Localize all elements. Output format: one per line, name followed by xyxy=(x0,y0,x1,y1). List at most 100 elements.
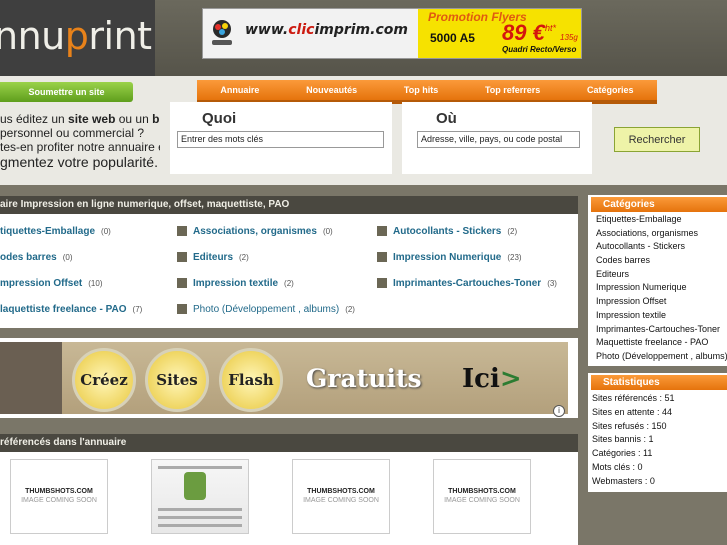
stat-item: Sites refusés : 150 xyxy=(592,420,667,431)
ad-badge-1: Créez xyxy=(72,348,136,412)
thumbshots-caption: IMAGE COMING SOON xyxy=(21,497,97,504)
sidebar-categories-title: Catégories xyxy=(591,197,727,212)
categories-box-title: aire Impression en ligne numerique, offs… xyxy=(0,196,578,214)
banner-advertisement[interactable]: www.clicimprim.com Promotion Flyers 5000… xyxy=(202,8,582,59)
category-link[interactable]: Autocollants - Stickers (2) xyxy=(377,226,517,237)
promo-line-4: gmentez votre popularité. xyxy=(0,154,158,170)
stat-item: Mots clés : 0 xyxy=(592,461,643,472)
banner-site-name: www.clicimprim.com xyxy=(245,22,408,38)
category-bullet-icon xyxy=(377,278,387,289)
sidebar-category-link[interactable]: Codes barres xyxy=(596,254,727,268)
category-bullet-icon xyxy=(377,226,387,237)
category-bullet-icon xyxy=(177,304,187,315)
sidebar-category-link[interactable]: Imprimantes-Cartouches-Toner xyxy=(596,323,727,337)
banner-left: www.clicimprim.com xyxy=(203,9,418,58)
category-bullet-icon xyxy=(177,278,187,289)
category-link[interactable]: Photo (Développement , albums) (2) xyxy=(177,304,355,315)
sidebar-category-link[interactable]: Impression Numerique xyxy=(596,281,727,295)
sidebar-category-link[interactable]: Etiquettes-Emballage xyxy=(596,213,727,227)
statistics-list: Sites référencés : 51 Sites en attente :… xyxy=(592,392,675,489)
stat-item: Sites référencés : 51 xyxy=(592,393,675,403)
sidebar-category-link[interactable]: Editeurs xyxy=(596,268,727,282)
search-what-input[interactable] xyxy=(177,131,384,148)
thumb-image xyxy=(184,472,206,500)
referenced-sites-box: référencés dans l'annuaire THUMBSHOTS.CO… xyxy=(0,434,578,545)
sidebar-category-link[interactable]: Maquettiste freelance - PAO xyxy=(596,336,727,350)
ad-gratuits-text: Gratuits xyxy=(306,364,422,393)
referenced-sites-title: référencés dans l'annuaire xyxy=(0,434,578,452)
sidebar-category-link[interactable]: Autocollants - Stickers xyxy=(596,240,727,254)
promo-line-3: tes-en profiter notre annuaire et xyxy=(0,140,160,154)
category-link[interactable]: Editeurs (2) xyxy=(177,252,249,263)
search-what-panel: Quoi xyxy=(170,102,392,174)
thumb-bar xyxy=(158,508,242,511)
logo-text: nnuprint xyxy=(0,14,152,58)
sidebar-categories: Catégories Etiquettes-Emballage Associat… xyxy=(588,195,727,366)
statistics-title: Statistiques xyxy=(591,375,727,390)
site-thumbnail[interactable] xyxy=(151,459,249,534)
nav-top-referrers[interactable]: Top referrers xyxy=(485,85,540,95)
category-link[interactable]: odes barres (0) xyxy=(0,252,72,263)
clicimprim-logo-icon xyxy=(212,20,232,45)
promo-quantity: 5000 A5 xyxy=(430,31,475,45)
thumbshots-brand: THUMBSHOTS.COM xyxy=(448,488,516,495)
promo-quadri: Quadri Recto/Verso xyxy=(502,45,577,54)
sidebar-category-link[interactable]: Associations, organismes xyxy=(596,227,727,241)
category-link[interactable]: Impression Numerique (23) xyxy=(377,252,522,263)
promo-text: us éditez un site web ou un blog, person… xyxy=(0,112,160,171)
ad-banner-graphic: Créez Sites Flash Gratuits Ici> i xyxy=(0,342,568,417)
search-button[interactable]: Rechercher xyxy=(614,127,700,152)
site-thumbnail[interactable]: THUMBSHOTS.COM IMAGE COMING SOON xyxy=(292,459,390,534)
nav-categories[interactable]: Catégories xyxy=(587,85,634,95)
stat-item: Catégories : 11 xyxy=(592,448,653,459)
category-bullet-icon xyxy=(377,252,387,263)
category-bullet-icon xyxy=(177,226,187,237)
sidebar-category-link[interactable]: Impression Offset xyxy=(596,295,727,309)
stat-item: Sites bannis : 1 xyxy=(592,434,654,445)
search-what-title: Quoi xyxy=(202,110,237,127)
stat-item: Webmasters : 0 xyxy=(592,475,655,486)
nav-top-hits[interactable]: Top hits xyxy=(404,85,438,95)
site-thumbnail[interactable]: THUMBSHOTS.COM IMAGE COMING SOON xyxy=(433,459,531,534)
page-header: nnuprint www.clicimprim.com Promotion Fl… xyxy=(0,0,727,185)
nav-nouveautes[interactable]: Nouveautés xyxy=(306,85,357,95)
thumb-bar xyxy=(158,466,242,469)
ad-badge-2: Sites xyxy=(145,348,209,412)
search-where-input[interactable] xyxy=(417,131,580,148)
sidebar-category-link[interactable]: Impression textile xyxy=(596,309,727,323)
stat-item: Sites en attente : 44 xyxy=(592,406,673,417)
category-bullet-icon xyxy=(177,252,187,263)
ad-ici-text: Ici> xyxy=(462,364,522,394)
nav-annuaire[interactable]: Annuaire xyxy=(220,85,259,95)
thumbshots-caption: IMAGE COMING SOON xyxy=(444,497,520,504)
category-link[interactable]: tiquettes-Emballage (0) xyxy=(0,226,111,237)
logo[interactable]: nnuprint xyxy=(0,0,155,76)
ad-banner[interactable]: Créez Sites Flash Gratuits Ici> i xyxy=(0,338,578,418)
thumbshots-brand: THUMBSHOTS.COM xyxy=(25,488,93,495)
category-link[interactable]: Imprimantes-Cartouches-Toner (3) xyxy=(377,278,557,289)
category-link[interactable]: mpression Offset (10) xyxy=(0,278,102,289)
category-link[interactable]: Impression textile (2) xyxy=(177,278,294,289)
sidebar-categories-list: Etiquettes-Emballage Associations, organ… xyxy=(596,213,727,364)
categories-box: aire Impression en ligne numerique, offs… xyxy=(0,196,578,328)
thumb-bar xyxy=(158,524,242,527)
search-where-panel: Où xyxy=(402,102,592,174)
thumb-bar xyxy=(158,516,242,519)
promo-weight: 135g xyxy=(560,33,578,42)
search-where-title: Où xyxy=(436,110,457,127)
promo-line-1: us éditez un site web ou un blog, xyxy=(0,112,160,126)
category-link[interactable]: Associations, organismes (0) xyxy=(177,226,333,237)
ad-info-icon[interactable]: i xyxy=(553,405,565,417)
submit-site-button[interactable]: Soumettre un site xyxy=(0,82,133,102)
ad-portrait-image xyxy=(0,342,62,414)
thumbshots-caption: IMAGE COMING SOON xyxy=(303,497,379,504)
promo-ht: ht* xyxy=(545,23,557,33)
banner-promo: Promotion Flyers 5000 A5 89 € ht* 135g Q… xyxy=(418,9,581,58)
sidebar-category-link[interactable]: Photo (Développement , albums) xyxy=(596,350,727,364)
site-thumbnail[interactable]: THUMBSHOTS.COM IMAGE COMING SOON xyxy=(10,459,108,534)
promo-price: 89 € xyxy=(502,20,545,45)
sidebar-statistics: Statistiques Sites référencés : 51 Sites… xyxy=(588,373,727,492)
promo-line-2: personnel ou commercial ? xyxy=(0,126,145,140)
category-link[interactable]: laquettiste freelance - PAO (7) xyxy=(0,304,142,315)
main-nav: Annuaire Nouveautés Top hits Top referre… xyxy=(197,80,657,100)
